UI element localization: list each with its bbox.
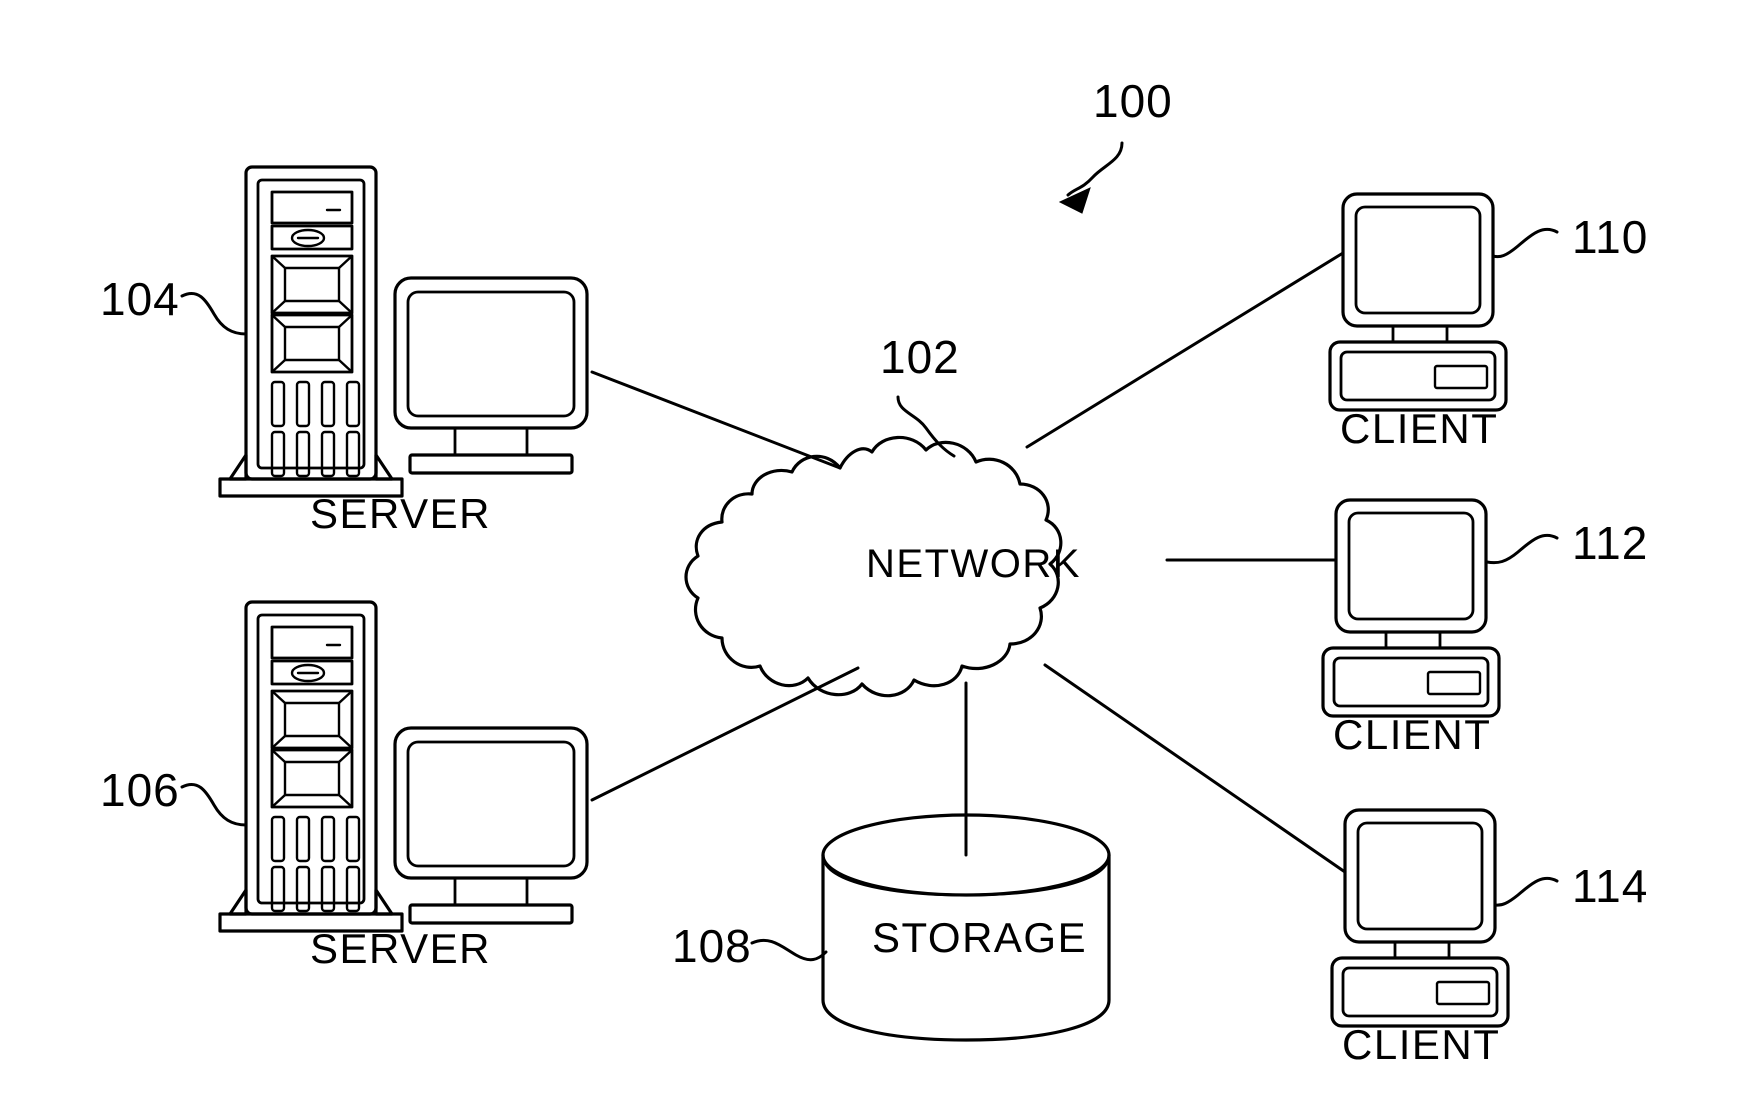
client-bottom-label: CLIENT <box>1342 1021 1500 1068</box>
client-middle-label: CLIENT <box>1333 711 1491 758</box>
client-top-label: CLIENT <box>1340 405 1498 452</box>
ref-106-leader-line <box>180 782 248 827</box>
ref-114-leader-line <box>1493 876 1559 907</box>
ref-108-leader-line <box>750 938 828 962</box>
node-client-top[interactable]: CLIENT 110 <box>1328 192 1648 452</box>
ref-102-leader-line <box>896 395 956 458</box>
server-bottom-label: SERVER <box>310 925 491 972</box>
node-storage[interactable]: STORAGE 108 <box>672 813 1111 1042</box>
ref-112-leader-line <box>1485 533 1559 565</box>
ref-110-leader-line <box>1491 227 1559 259</box>
connection-network-to-client-top <box>1025 251 1345 449</box>
server-top-monitor-icon <box>393 276 589 475</box>
node-client-middle[interactable]: CLIENT 112 <box>1321 498 1648 758</box>
figure-svg: 100 104 SERVER 106 SERVER NETWORK 102 ST… <box>100 75 1648 1068</box>
server-top-tower-icon <box>218 165 404 498</box>
server-top-label: SERVER <box>310 490 491 537</box>
storage-label: STORAGE <box>872 914 1087 961</box>
node-server-bottom[interactable]: 106 SERVER <box>100 600 589 972</box>
connection-network-to-client-bottom <box>1043 663 1347 874</box>
client-top-computer-icon <box>1328 192 1508 412</box>
ref-label-110: 110 <box>1572 211 1648 263</box>
client-middle-computer-icon <box>1321 498 1501 718</box>
node-client-bottom[interactable]: CLIENT 114 <box>1330 808 1648 1068</box>
network-label: NETWORK <box>866 542 1081 586</box>
node-network-cloud[interactable]: NETWORK 102 <box>684 331 1081 698</box>
connection-server-top-to-network <box>590 370 842 470</box>
figure-callout-100: 100 <box>1058 75 1173 214</box>
network-diagram-canvas: 100 104 SERVER 106 SERVER NETWORK 102 ST… <box>0 0 1761 1117</box>
ref-label-100: 100 <box>1093 75 1173 127</box>
ref-label-112: 112 <box>1572 517 1648 569</box>
ref-label-106: 106 <box>100 764 180 816</box>
ref-label-102: 102 <box>880 331 960 383</box>
client-bottom-computer-icon <box>1330 808 1510 1028</box>
ref-label-114: 114 <box>1572 860 1648 912</box>
ref-label-108: 108 <box>672 920 752 972</box>
node-server-top[interactable]: 104 SERVER <box>100 165 589 537</box>
ref-label-104: 104 <box>100 273 180 325</box>
callout-100-leader-line <box>1066 141 1124 197</box>
ref-104-leader-line <box>180 291 248 336</box>
server-bottom-tower-icon <box>218 600 404 933</box>
server-bottom-monitor-icon <box>393 726 589 925</box>
